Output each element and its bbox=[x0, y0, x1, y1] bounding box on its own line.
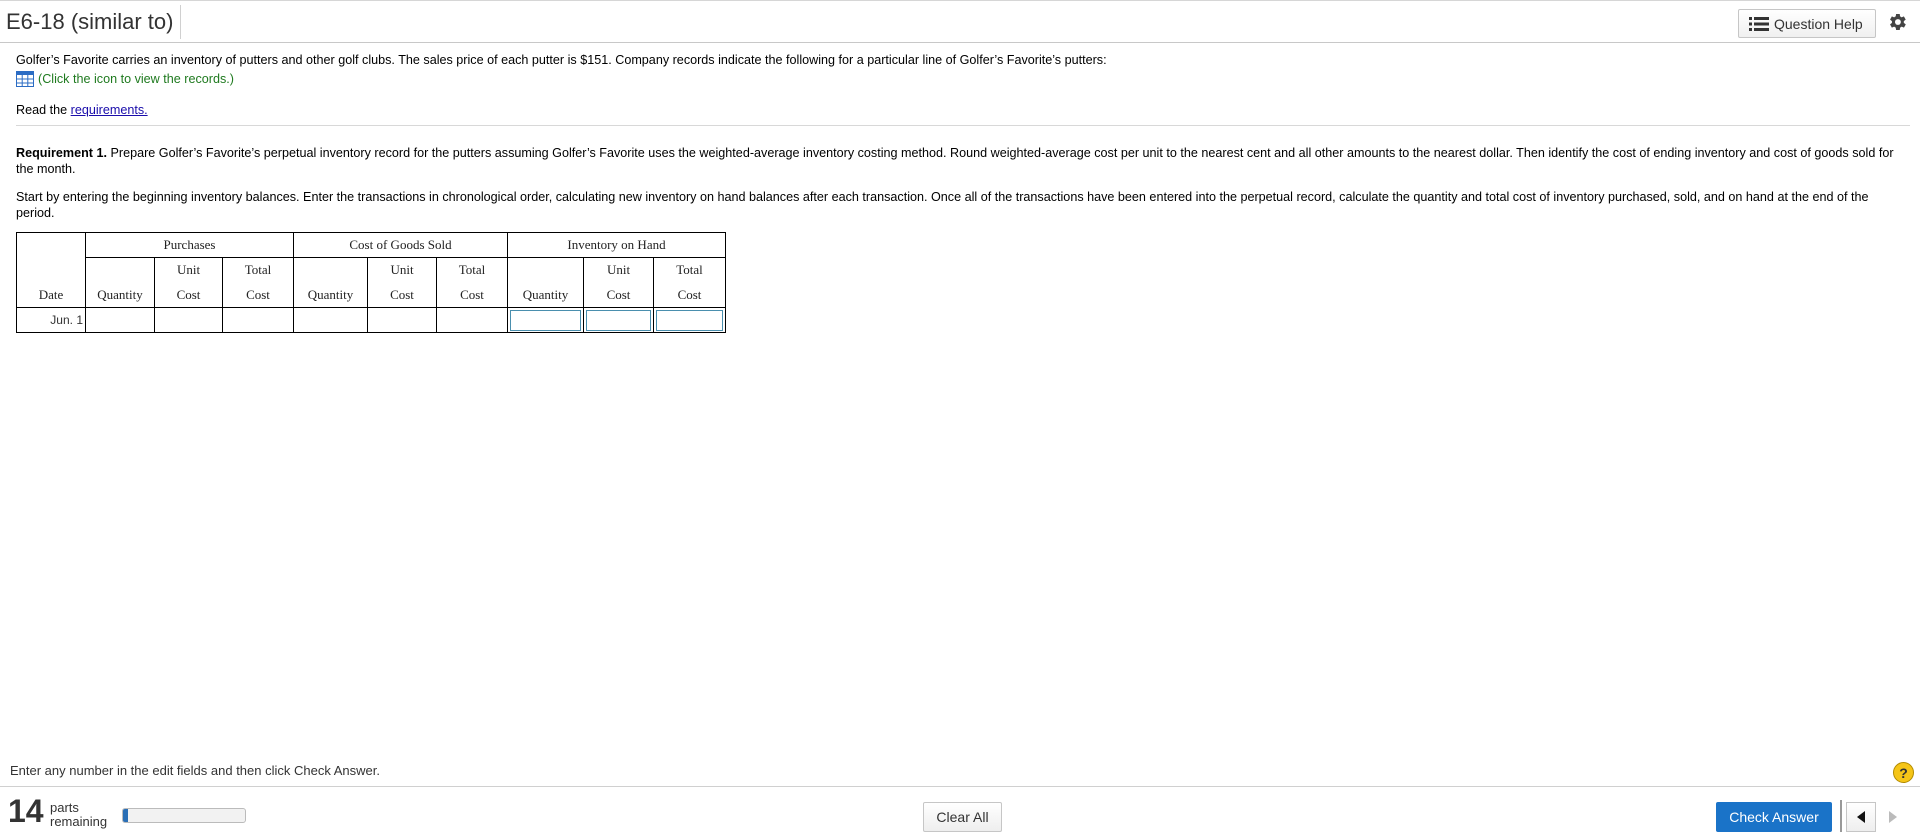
table-grid-icon[interactable] bbox=[16, 71, 34, 87]
header-spacer bbox=[293, 257, 368, 283]
inventory-unit-cost-header: Cost bbox=[583, 282, 654, 308]
perpetual-inventory-table: Purchases Cost of Goods Sold Inventory o… bbox=[16, 232, 726, 333]
gear-icon[interactable] bbox=[1886, 11, 1908, 33]
purchases-total-header: Total bbox=[222, 257, 294, 283]
cogs-unit-header: Unit bbox=[367, 257, 437, 283]
header-spacer bbox=[16, 257, 86, 283]
requirement-1-text: Requirement 1. Prepare Golfer’s Favorite… bbox=[16, 145, 1896, 177]
question-title: E6-18 (similar to) bbox=[6, 9, 174, 34]
header-spacer bbox=[85, 257, 155, 283]
next-arrow-icon bbox=[1889, 811, 1897, 823]
table-header-row-columns: Date Quantity Cost Cost Quantity Cost Co… bbox=[16, 282, 726, 308]
read-prefix: Read the bbox=[16, 103, 71, 117]
records-link-line[interactable]: (Click the icon to view the records.) bbox=[16, 71, 234, 87]
empty-cell bbox=[367, 307, 437, 333]
list-icon bbox=[1749, 16, 1769, 31]
inventory-total-cost-input[interactable] bbox=[656, 309, 723, 331]
prev-arrow-icon bbox=[1857, 811, 1865, 823]
clear-all-button[interactable]: Clear All bbox=[923, 802, 1002, 832]
empty-cell bbox=[222, 307, 294, 333]
empty-cell bbox=[293, 307, 368, 333]
date-header-spacer bbox=[16, 232, 86, 258]
date-column-header: Date bbox=[16, 282, 86, 308]
cogs-header: Cost of Goods Sold bbox=[293, 232, 508, 258]
row-date: Jun. 1 bbox=[16, 307, 86, 333]
requirements-link[interactable]: requirements. bbox=[71, 103, 148, 117]
purchases-header: Purchases bbox=[85, 232, 294, 258]
instructions-text: Start by entering the beginning inventor… bbox=[16, 190, 1869, 220]
inventory-unit-header: Unit bbox=[583, 257, 654, 283]
question-help-label: Question Help bbox=[1774, 15, 1863, 32]
help-icon[interactable]: ? bbox=[1893, 762, 1914, 783]
inventory-unit-cost-input[interactable] bbox=[586, 309, 651, 331]
table-header-row-groups: Purchases Cost of Goods Sold Inventory o… bbox=[16, 232, 726, 258]
requirement-label: Requirement 1. bbox=[16, 146, 107, 160]
requirement-body: Prepare Golfer’s Favorite’s perpetual in… bbox=[16, 146, 1894, 176]
progress-bar bbox=[122, 808, 246, 823]
table-row: Jun. 1 bbox=[16, 307, 726, 333]
edit-fields-instruction: Enter any number in the edit fields and … bbox=[10, 763, 380, 778]
purchases-unit-header: Unit bbox=[154, 257, 223, 283]
progress-fill bbox=[123, 809, 128, 822]
empty-cell bbox=[436, 307, 508, 333]
inventory-on-hand-header: Inventory on Hand bbox=[507, 232, 726, 258]
records-link-text[interactable]: (Click the icon to view the records.) bbox=[38, 71, 234, 87]
parts-label-line-2: remaining bbox=[50, 814, 108, 829]
inventory-quantity-input[interactable] bbox=[510, 309, 581, 331]
cogs-quantity-header: Quantity bbox=[293, 282, 368, 308]
header-bar: E6-18 (similar to) Question Help bbox=[0, 0, 1920, 43]
question-help-button[interactable]: Question Help bbox=[1738, 9, 1876, 38]
purchases-unit-cost-header: Cost bbox=[154, 282, 223, 308]
cogs-total-header: Total bbox=[436, 257, 508, 283]
inventory-total-header: Total bbox=[653, 257, 726, 283]
title-divider bbox=[180, 5, 181, 39]
parts-remaining-label: parts remaining bbox=[50, 801, 107, 829]
table-header-row-units: Unit Total Unit Total Unit Total bbox=[16, 257, 726, 283]
nav-divider bbox=[1840, 800, 1842, 832]
inventory-quantity-header: Quantity bbox=[507, 282, 584, 308]
check-answer-button[interactable]: Check Answer bbox=[1716, 802, 1832, 832]
parts-remaining-count: 14 bbox=[8, 793, 44, 829]
next-button[interactable] bbox=[1878, 802, 1908, 832]
purchases-total-cost-header: Cost bbox=[222, 282, 294, 308]
previous-button[interactable] bbox=[1846, 802, 1876, 832]
purchases-quantity-header: Quantity bbox=[85, 282, 155, 308]
intro-text: Golfer’s Favorite carries an inventory o… bbox=[16, 53, 1107, 67]
cogs-total-cost-header: Cost bbox=[436, 282, 508, 308]
footer-divider bbox=[0, 786, 1920, 787]
section-divider bbox=[16, 125, 1910, 126]
header-spacer bbox=[507, 257, 584, 283]
parts-label-line-1: parts bbox=[50, 800, 79, 815]
empty-cell bbox=[85, 307, 155, 333]
cogs-unit-cost-header: Cost bbox=[367, 282, 437, 308]
read-requirements-line: Read the requirements. bbox=[16, 102, 148, 118]
empty-cell bbox=[154, 307, 223, 333]
inventory-total-cost-header: Cost bbox=[653, 282, 726, 308]
